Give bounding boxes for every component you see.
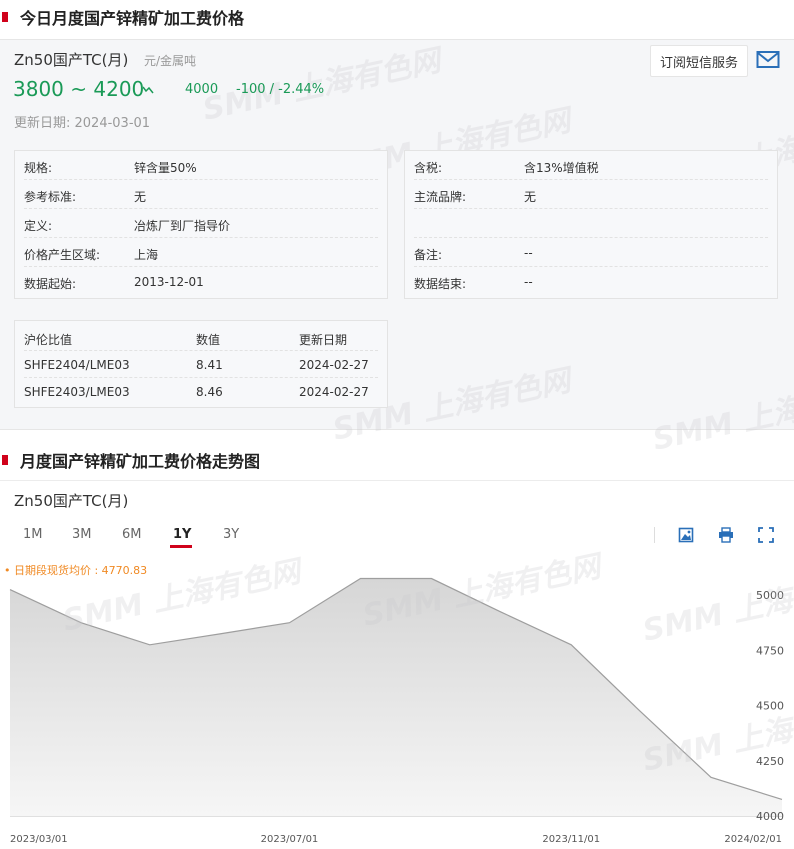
spec-key: 数据起始:: [24, 277, 77, 291]
spec-box-left: 规格: 锌含量50% 参考标准: 无 定义: 冶炼厂到厂指导价 价格产生区域: 上海 数…: [14, 150, 388, 299]
x-tick-label: 2023/07/01: [261, 834, 319, 845]
series-area: [10, 578, 782, 816]
spec-key: 价格产生区域:: [24, 248, 101, 262]
spec-key: 主流品牌:: [414, 190, 467, 204]
download-image-icon[interactable]: [678, 527, 694, 543]
y-tick-label: 4250: [756, 755, 784, 768]
section-title-text: 今日月度国产锌精矿加工费价格: [20, 9, 245, 28]
section-title-text: 月度国产锌精矿加工费价格走势图: [20, 452, 261, 471]
ratio-cell: 8.46: [196, 385, 223, 399]
price-average: 4000: [185, 82, 219, 97]
range-tab-1y[interactable]: 1Y: [173, 527, 191, 542]
y-tick-label: 5000: [756, 589, 784, 602]
toolbar-divider: [654, 527, 655, 543]
spec-value: 无: [134, 190, 147, 204]
spec-value: 锌含量50%: [134, 161, 197, 175]
chart-panel: 4000 4250 4500 4750 5000 2023/03/01 2023/07/01…: [0, 480, 794, 849]
spec-box-right: 含税: 含13%增值税 主流品牌: 无 备注: -- 数据结束: --: [404, 150, 778, 299]
spec-row: 数据起始: 2013-12-01: [24, 267, 378, 296]
spec-row: 规格: 锌含量50%: [24, 151, 378, 180]
table-row: SHFE2403/LME03 8.46 2024-02-27: [24, 378, 378, 405]
ratio-cell: SHFE2404/LME03: [24, 358, 130, 372]
title-accent-bar: [2, 455, 8, 465]
ratio-cell: 8.41: [196, 358, 223, 372]
title-accent-bar: [2, 12, 8, 22]
y-tick-label: 4750: [756, 644, 784, 657]
spec-key: 数据结束:: [414, 277, 467, 291]
chart-title: Zn50国产TC(月): [14, 492, 129, 510]
ratio-header: 更新日期: [299, 333, 348, 347]
section-title-today-price: 今日月度国产锌精矿加工费价格: [0, 0, 794, 34]
down-trend-icon: [142, 86, 154, 97]
ratio-header: 数值: [196, 333, 221, 347]
x-tick-label: 2023/03/01: [10, 834, 68, 845]
range-tab-3m[interactable]: 3M: [72, 527, 92, 542]
price-change: -100 / -2.44%: [236, 82, 325, 97]
ratio-cell: 2024-02-27: [299, 385, 369, 399]
spec-key: 含税:: [414, 161, 443, 175]
table-row: SHFE2404/LME03 8.41 2024-02-27: [24, 351, 378, 378]
spec-value: --: [524, 246, 533, 260]
spec-row: 备注: --: [414, 238, 768, 267]
spec-row: 含税: 含13%增值税: [414, 151, 768, 180]
spec-value: 2013-12-01: [134, 275, 204, 289]
ratio-cell: 2024-02-27: [299, 358, 369, 372]
print-icon[interactable]: [718, 527, 734, 543]
spec-key: 定义:: [24, 219, 53, 233]
period-average-label: • 日期段现货均价 : 4770.83: [4, 564, 148, 577]
spec-row: 主流品牌: 无: [414, 180, 768, 209]
product-unit: 元/金属吨: [144, 54, 197, 68]
spec-value: 无: [524, 190, 537, 204]
range-tab-3y[interactable]: 3Y: [223, 527, 239, 542]
trend-chart: 4000 4250 4500 4750 5000 2023/03/01 2023/07/01…: [9, 577, 784, 845]
spec-row: 定义: 冶炼厂到厂指导价: [24, 209, 378, 238]
spec-value: 上海: [134, 248, 159, 262]
product-name: Zn50国产TC(月): [14, 51, 129, 69]
spec-value: 含13%增值税: [524, 161, 599, 175]
spec-row: 参考标准: 无: [24, 180, 378, 209]
range-tab-1m[interactable]: 1M: [23, 527, 43, 542]
update-date: 更新日期: 2024-03-01: [14, 116, 151, 131]
price-range: 3800 ~ 4200: [13, 77, 145, 101]
spec-row: 价格产生区域: 上海: [24, 238, 378, 267]
ratio-table: 沪伦比值 数值 更新日期 SHFE2404/LME03 8.41 2024-02…: [14, 320, 388, 408]
spec-row: 数据结束: --: [414, 267, 768, 296]
spec-key: 参考标准:: [24, 190, 77, 204]
ratio-header: 沪伦比值: [24, 333, 73, 347]
spec-value: 冶炼厂到厂指导价: [134, 219, 231, 233]
spec-key: 规格:: [24, 161, 53, 175]
y-tick-label: 4500: [756, 700, 784, 713]
spec-row: [414, 209, 768, 238]
active-tab-underline: [170, 545, 192, 548]
subscribe-sms-button[interactable]: 订阅短信服务: [650, 45, 748, 77]
x-tick-label: 2023/11/01: [542, 834, 600, 845]
x-tick-label: 2024/02/01: [724, 834, 782, 845]
fullscreen-icon[interactable]: [758, 527, 774, 543]
section-title-trend-chart: 月度国产锌精矿加工费价格走势图: [0, 443, 794, 477]
spec-key: 备注:: [414, 248, 443, 262]
y-tick-label: 4000: [756, 810, 784, 823]
ratio-cell: SHFE2403/LME03: [24, 385, 130, 399]
mail-icon[interactable]: [756, 50, 780, 70]
ratio-header-row: 沪伦比值 数值 更新日期: [24, 324, 378, 351]
range-tab-6m[interactable]: 6M: [122, 527, 142, 542]
price-panel: SMM 上海有色网 SMM 上海有色网 SMM 上海有色网 SMM 上海有色网 …: [0, 39, 794, 458]
spec-value: --: [524, 275, 533, 289]
